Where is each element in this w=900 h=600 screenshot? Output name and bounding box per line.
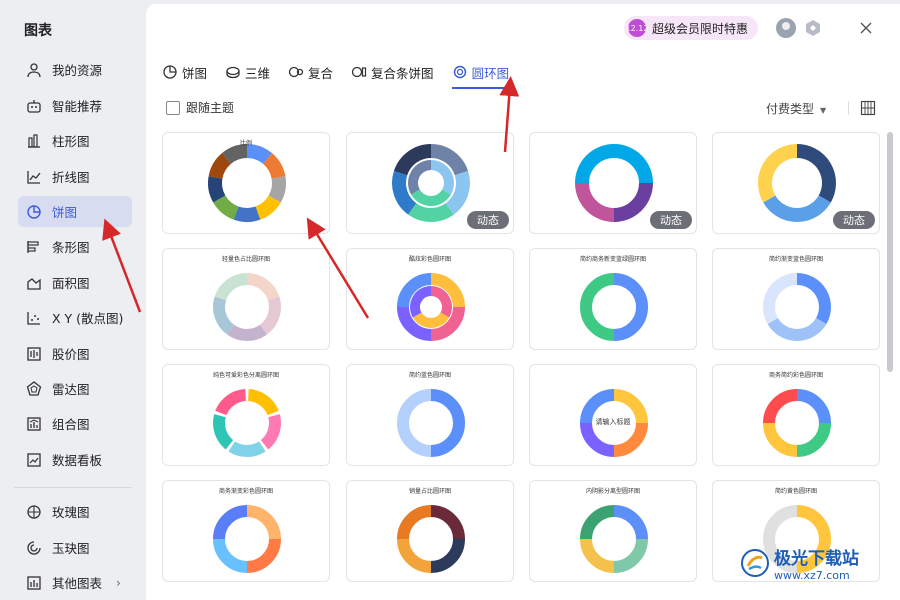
arrow-to-donut-tab [499, 76, 520, 153]
arrow-to-pie [102, 218, 142, 313]
arrow-to-first-card [306, 217, 370, 319]
annotation-arrows [102, 76, 520, 319]
